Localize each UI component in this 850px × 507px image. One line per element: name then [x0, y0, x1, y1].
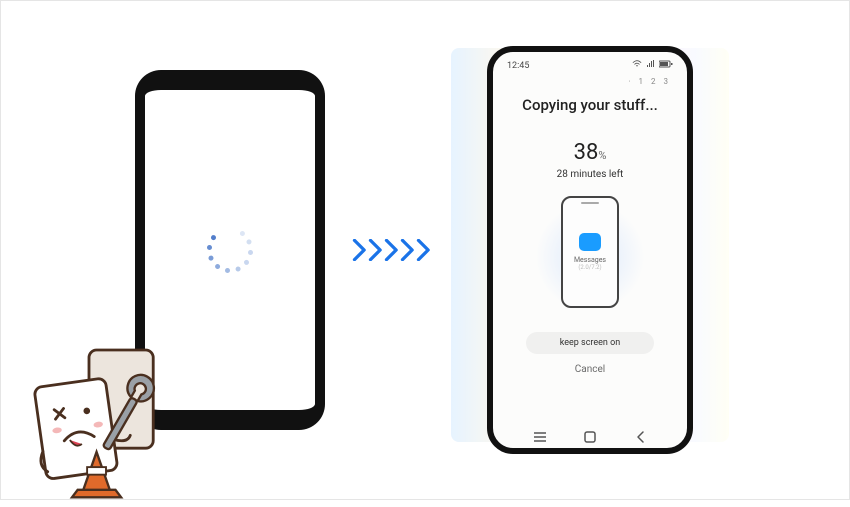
status-time: 12:45 — [507, 61, 529, 71]
page-title: Copying your stuff... — [503, 96, 677, 114]
cancel-link[interactable]: Cancel — [503, 364, 677, 375]
nav-back-button[interactable] — [633, 430, 647, 444]
current-item-sublabel: (2.0/7.2) — [574, 265, 606, 272]
mini-phone-illustration: Messages (2.0/7.2) — [561, 196, 619, 308]
progress-percent: 38% — [503, 140, 677, 165]
transfer-arrows-icon — [355, 239, 435, 261]
broken-file-mascot-icon — [11, 333, 201, 503]
messages-icon — [579, 233, 601, 251]
percent-suffix: % — [598, 149, 606, 162]
keep-screen-on-button[interactable]: keep screen on — [526, 332, 654, 354]
time-remaining: 28 minutes left — [503, 169, 677, 180]
nav-recent-button[interactable] — [533, 430, 547, 444]
nav-bar — [503, 422, 677, 448]
nav-home-button[interactable] — [583, 430, 597, 444]
destination-phone: 12:45 · 1 2 3 Copying your stuff... 38% — [487, 46, 693, 454]
current-item-label: Messages — [574, 256, 606, 264]
percent-value: 38 — [574, 140, 599, 165]
wifi-icon — [632, 60, 642, 71]
status-bar: 12:45 — [503, 58, 677, 71]
step-indicator: · 1 2 3 — [503, 71, 677, 86]
loading-spinner-icon — [208, 228, 252, 272]
signal-icon — [646, 60, 655, 71]
battery-icon — [659, 60, 673, 71]
